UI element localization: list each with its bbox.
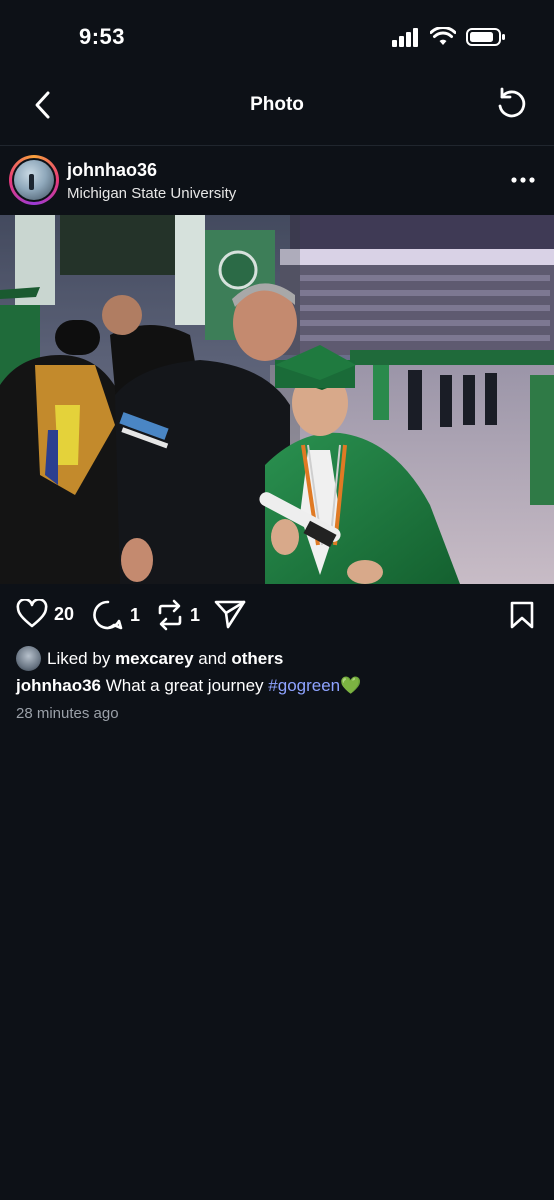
post-header: johnhao36 Michigan State University [0, 146, 554, 214]
more-horizontal-icon [511, 177, 535, 183]
post-timestamp: 28 minutes ago [16, 705, 119, 722]
repost-button[interactable]: 1 [156, 599, 200, 631]
share-button[interactable] [214, 599, 246, 629]
caption-text: What a great journey [105, 676, 264, 695]
more-options-button[interactable] [510, 168, 536, 192]
avatar[interactable] [9, 155, 59, 205]
like-button[interactable]: 20 [16, 599, 74, 629]
post-photo[interactable] [0, 215, 554, 584]
cellular-signal-icon [392, 28, 418, 47]
page-title: Photo [250, 94, 304, 115]
comments-count: 1 [130, 604, 141, 625]
refresh-button[interactable] [494, 86, 528, 122]
liked-by-and: and [198, 648, 227, 668]
liker-avatar [16, 646, 41, 671]
post-actions: 20 1 1 [0, 595, 554, 639]
liked-by-prefix: Liked by [47, 648, 111, 668]
graduation-photo [0, 215, 554, 584]
liked-by-user[interactable]: mexcarey [115, 649, 193, 669]
nav-bar: Photo [0, 72, 554, 144]
wifi-icon [430, 27, 456, 45]
status-time: 9:53 [79, 24, 126, 49]
post-location[interactable]: Michigan State University [67, 185, 236, 202]
bookmark-icon [510, 601, 534, 629]
status-icons [392, 27, 506, 47]
repost-icon [158, 599, 182, 631]
reposts-count: 1 [190, 604, 201, 625]
post-username[interactable]: johnhao36 [67, 160, 157, 181]
heart-icon [16, 599, 48, 628]
likes-count: 20 [54, 603, 75, 624]
caption-hashtag[interactable]: #gogreen [268, 676, 340, 695]
comment-button[interactable]: 1 [92, 599, 140, 631]
post-caption: johnhao36 What a great journey #gogreen💚 [16, 676, 361, 696]
send-icon [214, 600, 246, 629]
caption-username[interactable]: johnhao36 [16, 676, 101, 695]
liked-by[interactable]: Liked by mexcarey and others [16, 646, 283, 671]
liked-by-others[interactable]: others [231, 649, 283, 669]
green-heart-emoji: 💚 [340, 676, 362, 695]
bookmark-button[interactable] [510, 601, 534, 634]
status-bar: 9:53 [0, 0, 554, 72]
comment-icon [93, 600, 123, 630]
refresh-icon [498, 87, 526, 118]
battery-icon [466, 28, 505, 46]
